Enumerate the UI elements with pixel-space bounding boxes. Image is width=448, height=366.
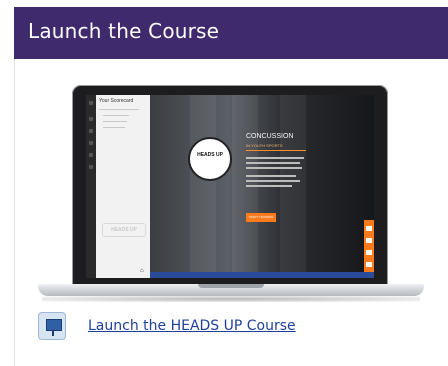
laptop-screen: Your Scorecard HEADS UP ⌂ HEADS UP CONCU… bbox=[86, 95, 374, 278]
hero-title: CONCUSSION bbox=[246, 133, 294, 140]
laptop-lid: Your Scorecard HEADS UP ⌂ HEADS UP CONCU… bbox=[72, 85, 388, 291]
rail-icon bbox=[89, 153, 93, 157]
hero-text-line bbox=[246, 162, 300, 164]
screen-hero bbox=[150, 95, 374, 272]
screen-nav-rail bbox=[86, 95, 96, 278]
screen-bottom-bar bbox=[150, 272, 374, 278]
start-training-button: START TRAINING bbox=[246, 213, 276, 222]
hero-stripe bbox=[280, 95, 306, 272]
video-icon bbox=[366, 250, 372, 255]
rail-icon bbox=[89, 117, 93, 121]
hero-text-line bbox=[246, 157, 304, 159]
phone-icon bbox=[366, 238, 372, 243]
rail-icon bbox=[89, 101, 93, 105]
rail-icon bbox=[89, 165, 93, 169]
home-icon: ⌂ bbox=[140, 268, 144, 274]
laptop-shadow bbox=[42, 296, 420, 302]
rail-icon bbox=[89, 129, 93, 133]
hero-text-line bbox=[246, 167, 302, 169]
presentation-board-icon[interactable] bbox=[38, 312, 66, 340]
sidebar-line bbox=[103, 115, 129, 116]
hero-stripe bbox=[190, 95, 216, 272]
laptop-notch bbox=[198, 284, 264, 288]
sidebar-logo: HEADS UP bbox=[102, 223, 146, 237]
hero-subtitle: IN YOUTH SPORTS bbox=[246, 143, 283, 148]
hero-text-line bbox=[246, 175, 296, 177]
tool-strip bbox=[364, 220, 374, 272]
hero-text-line bbox=[246, 185, 292, 187]
sidebar-line bbox=[103, 127, 125, 128]
screen-sidebar: Your Scorecard HEADS UP ⌂ bbox=[96, 95, 150, 278]
tool-icon bbox=[366, 262, 372, 267]
course-preview-image: Your Scorecard HEADS UP ⌂ HEADS UP CONCU… bbox=[38, 85, 424, 305]
sidebar-line bbox=[103, 121, 127, 122]
hero-stripe bbox=[232, 95, 258, 272]
section-header: Launch the Course bbox=[14, 7, 448, 59]
hero-text-line bbox=[246, 180, 300, 182]
section-title: Launch the Course bbox=[28, 19, 220, 43]
launch-course-link[interactable]: Launch the HEADS UP Course bbox=[88, 318, 296, 334]
rail-icon bbox=[89, 141, 93, 145]
scorecard-title: Your Scorecard bbox=[99, 98, 134, 104]
hero-divider bbox=[246, 150, 306, 151]
heads-up-logo: HEADS UP bbox=[188, 137, 232, 181]
document-icon bbox=[366, 226, 372, 231]
sidebar-line bbox=[99, 109, 139, 110]
